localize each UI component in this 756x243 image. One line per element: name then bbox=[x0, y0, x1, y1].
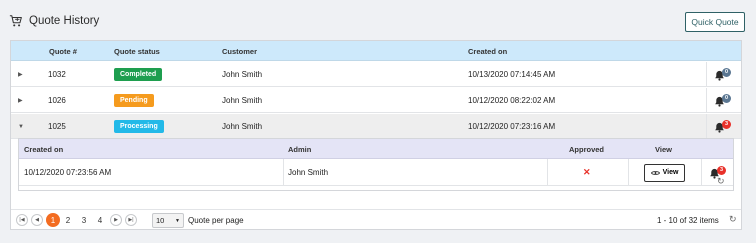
notification-bell[interactable]: 0 bbox=[714, 67, 732, 82]
page-size-value: 10 bbox=[156, 216, 165, 225]
notification-count-badge: 0 bbox=[722, 93, 731, 103]
column-header-quote-number[interactable]: Quote # bbox=[49, 41, 77, 61]
column-header-customer[interactable]: Customer bbox=[222, 41, 257, 61]
notification-bell[interactable]: 3 bbox=[714, 119, 732, 134]
view-button[interactable]: View bbox=[644, 163, 685, 182]
column-header-created-on[interactable]: Created on bbox=[468, 41, 507, 61]
page-size-select[interactable]: 10 ▼ bbox=[152, 213, 184, 228]
status-badge: Processing bbox=[114, 120, 164, 133]
last-page-icon[interactable]: ▶| bbox=[125, 214, 137, 226]
customer-name: John Smith bbox=[222, 96, 263, 105]
page-number-3[interactable]: 3 bbox=[77, 213, 91, 227]
grid-header: Quote # Quote status Customer Created on bbox=[11, 41, 741, 61]
status-badge: Completed bbox=[114, 68, 163, 81]
collapse-arrow-icon[interactable]: ▼ bbox=[18, 124, 24, 130]
eye-icon bbox=[650, 170, 660, 175]
notification-count-badge: 3 bbox=[717, 165, 726, 175]
expand-arrow-icon[interactable]: ▶ bbox=[18, 97, 23, 104]
quick-quote-button[interactable]: Quick Quote bbox=[685, 12, 745, 32]
first-page-icon[interactable]: |◀ bbox=[16, 214, 28, 226]
column-header-approved[interactable]: Approved bbox=[569, 139, 604, 159]
page-number-1[interactable]: 1 bbox=[46, 213, 60, 227]
created-on: 10/13/2020 07:14:45 AM bbox=[468, 70, 556, 79]
customer-name: John Smith bbox=[222, 70, 263, 79]
page-number-4[interactable]: 4 bbox=[93, 213, 107, 227]
view-button-label: View bbox=[662, 169, 679, 176]
column-header-detail-created-on[interactable]: Created on bbox=[24, 139, 63, 159]
detail-refresh-icon[interactable]: ↻ bbox=[717, 176, 725, 187]
column-header-view[interactable]: View bbox=[655, 139, 672, 159]
detail-row: 10/12/2020 07:23:56 AM John Smith ✕ View… bbox=[19, 159, 733, 186]
detail-created-on: 10/12/2020 07:23:56 AM bbox=[24, 168, 112, 177]
quote-detail-grid: Created on Admin Approved View 10/12/202… bbox=[18, 138, 734, 191]
previous-page-icon[interactable]: ◀ bbox=[31, 214, 43, 226]
status-badge: Pending bbox=[114, 94, 154, 107]
notification-count-badge: 0 bbox=[722, 67, 731, 77]
detail-admin: John Smith bbox=[288, 168, 329, 177]
pager: |◀ ◀ 1 2 3 4 ▶ ▶| 10 ▼ Quote per page 1 … bbox=[11, 209, 741, 230]
expand-arrow-icon[interactable]: ▶ bbox=[18, 71, 23, 78]
page-title: Quote History bbox=[29, 15, 100, 27]
detail-grid-header: Created on Admin Approved View bbox=[19, 139, 733, 159]
page-size-label: Quote per page bbox=[188, 215, 244, 225]
table-row[interactable]: ▶ 1026 Pending John Smith 10/12/2020 08:… bbox=[11, 88, 741, 113]
table-row[interactable]: ▼ 1025 Processing John Smith 10/12/2020 … bbox=[11, 114, 741, 139]
page-number-2[interactable]: 2 bbox=[61, 213, 75, 227]
created-on: 10/12/2020 08:22:02 AM bbox=[468, 96, 556, 105]
refresh-icon[interactable]: ↻ bbox=[729, 214, 737, 225]
table-row[interactable]: ▶ 1032 Completed John Smith 10/13/2020 0… bbox=[11, 62, 741, 87]
page-header: Quote History bbox=[9, 14, 99, 28]
quote-number: 1032 bbox=[48, 70, 66, 79]
column-header-quote-status[interactable]: Quote status bbox=[114, 41, 160, 61]
x-icon: ✕ bbox=[583, 167, 591, 177]
next-page-icon[interactable]: ▶ bbox=[110, 214, 122, 226]
notification-bell[interactable]: 0 bbox=[714, 93, 732, 108]
customer-name: John Smith bbox=[222, 122, 263, 131]
quote-number: 1026 bbox=[48, 96, 66, 105]
quote-grid: Quote # Quote status Customer Created on… bbox=[10, 40, 742, 230]
pager-info: 1 - 10 of 32 items bbox=[657, 215, 719, 225]
quote-number: 1025 bbox=[48, 122, 66, 131]
cart-icon bbox=[9, 15, 22, 27]
created-on: 10/12/2020 07:23:16 AM bbox=[468, 122, 556, 131]
notification-count-badge: 3 bbox=[722, 119, 731, 129]
chevron-down-icon: ▼ bbox=[175, 217, 180, 224]
column-header-admin[interactable]: Admin bbox=[288, 139, 311, 159]
